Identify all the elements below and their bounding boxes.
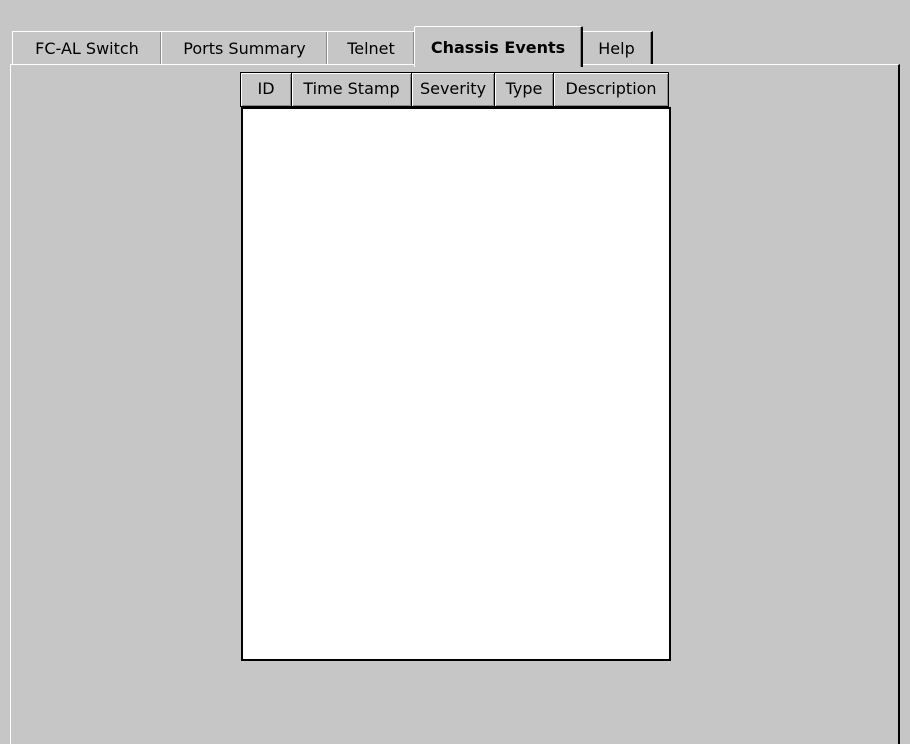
column-header-type[interactable]: Type <box>494 72 553 107</box>
column-header-id[interactable]: ID <box>240 72 291 107</box>
tab-ports-summary[interactable]: Ports Summary <box>161 31 329 64</box>
events-table: ID Time Stamp Severity Type Description <box>240 72 671 662</box>
column-header-description[interactable]: Description <box>553 72 669 107</box>
tab-chassis-events[interactable]: Chassis Events <box>414 26 583 67</box>
column-header-time-stamp[interactable]: Time Stamp <box>291 72 411 107</box>
tab-telnet[interactable]: Telnet <box>327 31 416 64</box>
events-table-header: ID Time Stamp Severity Type Description <box>240 72 669 107</box>
tab-help[interactable]: Help <box>581 31 653 64</box>
tab-fc-al-switch[interactable]: FC-AL Switch <box>12 31 163 64</box>
column-header-severity[interactable]: Severity <box>411 72 494 107</box>
events-table-body[interactable] <box>241 107 671 661</box>
